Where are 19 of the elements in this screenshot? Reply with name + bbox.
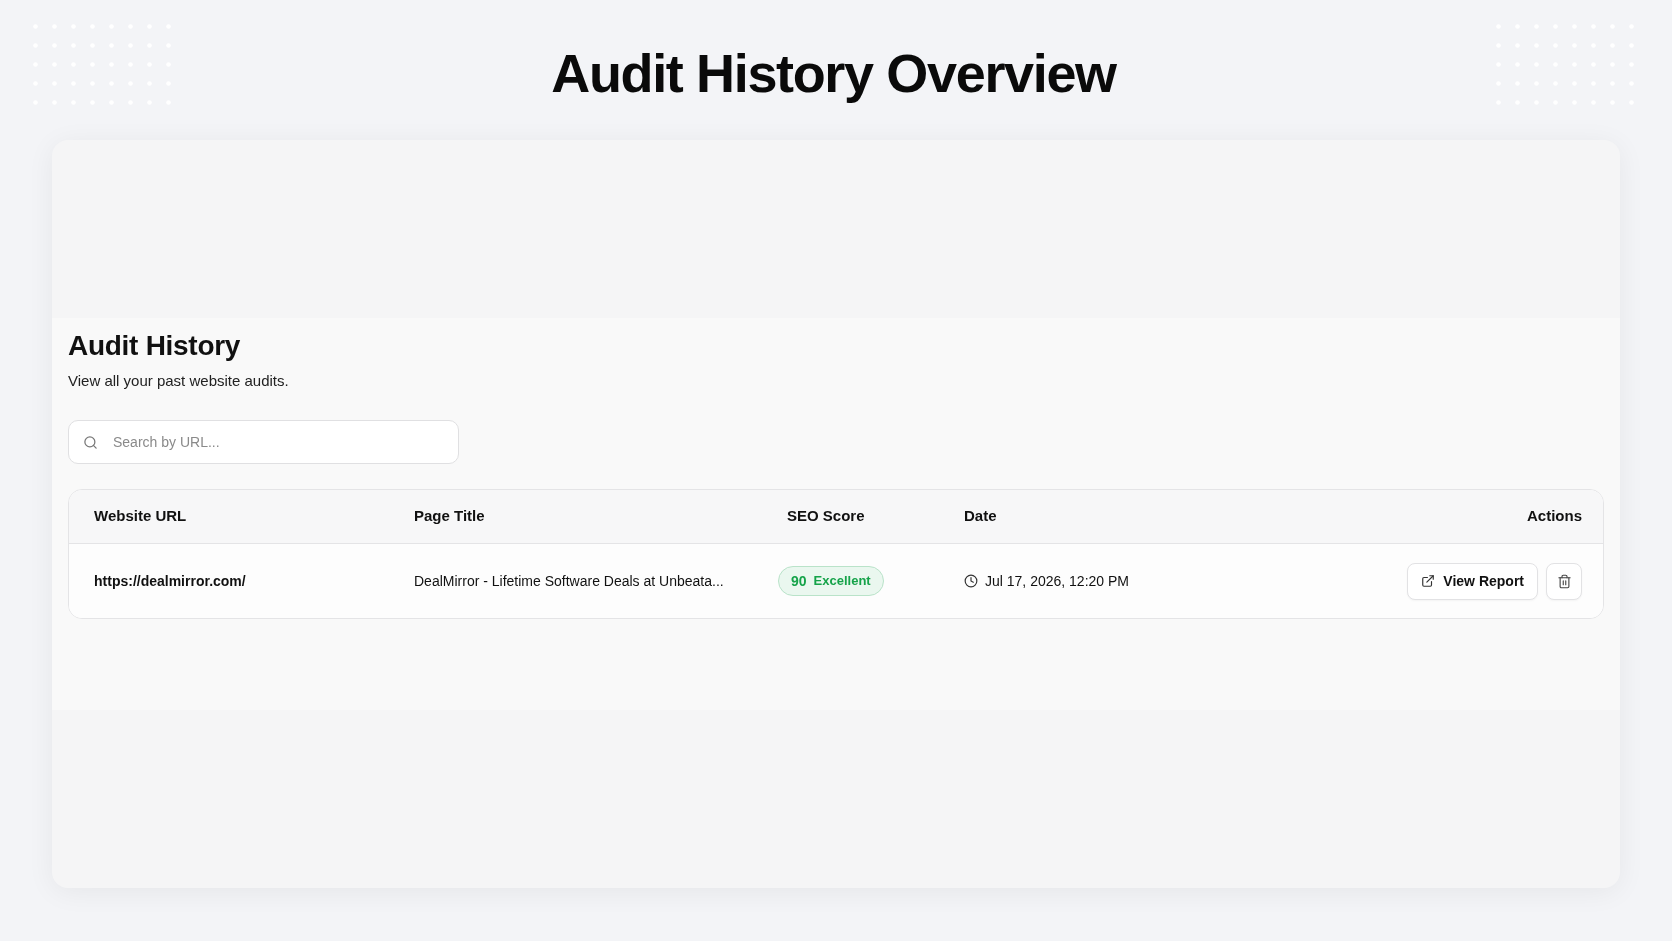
table-cell-text: Jul 17, 2026, 12:20 PM [985,571,1129,591]
trash-icon [1556,573,1572,589]
score-rating: Excellent [813,572,871,591]
search-icon [83,435,98,450]
clock-icon [964,574,978,588]
table-cell-text: https://dealmirror.com/ [94,571,246,591]
external-link-icon [1421,574,1436,588]
column-header: Page Title [414,506,485,527]
table-cell-text: DealMirror - Lifetime Software Deals at Unbeata... [414,571,724,591]
view-report-button[interactable]: View Report [1407,562,1538,600]
section-description: View all your past website audits. [68,371,290,391]
column-header: Website URL [94,506,187,527]
search-field[interactable]: Search by URL... [68,420,459,464]
column-header: Actions [1527,506,1582,527]
section-heading: Audit History [68,329,242,363]
column-header: SEO Score [786,506,865,527]
column-header: Date [964,506,997,527]
delete-button[interactable] [1546,562,1582,600]
score-value: 90 [791,571,807,591]
